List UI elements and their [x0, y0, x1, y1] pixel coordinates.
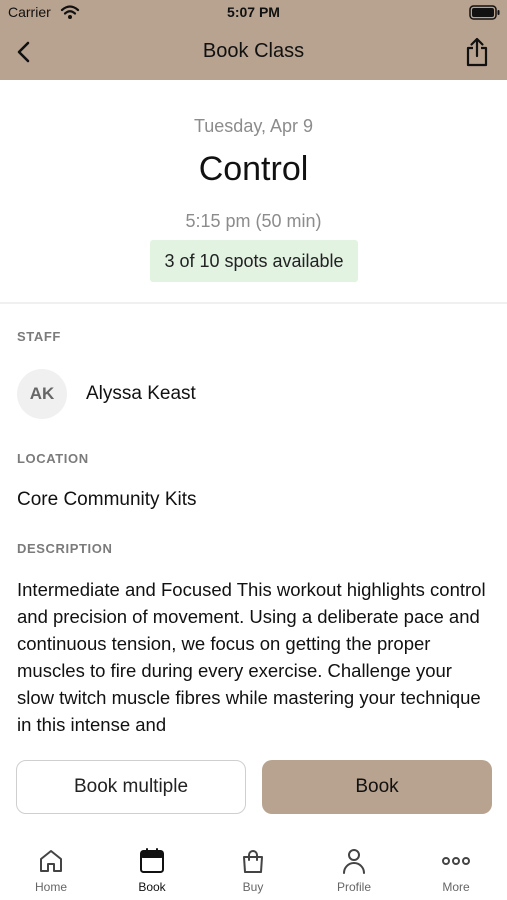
tab-home[interactable]: Home: [1, 848, 101, 900]
location-section-label: LOCATION: [17, 451, 89, 466]
tab-label-buy: Buy: [242, 880, 264, 894]
person-icon: [343, 849, 365, 874]
staff-section-label: STAFF: [17, 329, 61, 344]
book-button[interactable]: Book: [262, 760, 492, 814]
tab-book[interactable]: Book: [102, 848, 202, 900]
tab-bar: Home Book Buy Profile More: [0, 838, 507, 900]
class-name: Control: [198, 150, 309, 188]
tab-label-book: Book: [138, 880, 166, 894]
class-date: Tuesday, Apr 9: [193, 116, 314, 136]
more-dots-icon: [442, 857, 470, 865]
class-time: 5:15 pm (50 min): [185, 211, 322, 231]
status-time: 5:07 PM: [227, 4, 280, 20]
tab-label-home: Home: [34, 880, 67, 894]
calendar-icon: [140, 848, 164, 873]
tab-label-more: More: [442, 880, 470, 894]
shopping-bag-icon: [243, 850, 263, 873]
staff-row[interactable]: AK Alyssa Keast: [17, 369, 487, 419]
class-description: Intermediate and Focused This workout hi…: [17, 579, 486, 732]
avatar: AK: [17, 369, 67, 419]
nav-bar: Book Class: [0, 28, 507, 76]
divider: [0, 302, 507, 304]
home-icon: [40, 850, 62, 872]
tab-profile[interactable]: Profile: [304, 848, 404, 900]
staff-name: Alyssa Keast: [86, 383, 196, 404]
share-icon: [466, 37, 488, 67]
tab-more[interactable]: More: [406, 848, 506, 900]
share-button[interactable]: [461, 36, 493, 68]
tab-buy[interactable]: Buy: [203, 848, 303, 900]
tab-label-profile: Profile: [336, 880, 371, 894]
page-title: Book Class: [202, 40, 305, 62]
battery-icon: [469, 5, 500, 20]
header: Carrier 5:07 PM Book Class: [0, 0, 507, 80]
status-bar: Carrier 5:07 PM: [0, 0, 507, 24]
location-name: Core Community Kits: [17, 489, 197, 510]
spots-available-badge: 3 of 10 spots available: [150, 240, 358, 282]
class-summary: Tuesday, Apr 9 Control 5:15 pm (50 min) …: [0, 80, 507, 302]
book-multiple-button[interactable]: Book multiple: [16, 760, 246, 814]
description-section-label: DESCRIPTION: [17, 541, 113, 556]
